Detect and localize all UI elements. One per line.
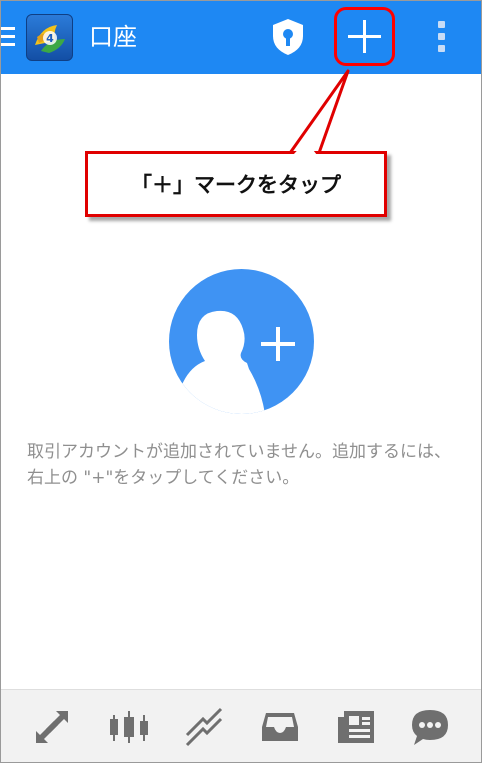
instruction-callout: 「＋」マークをタップ (85, 151, 387, 217)
inbox-icon[interactable] (258, 705, 302, 749)
history-icon[interactable] (183, 705, 227, 749)
add-icon (348, 20, 381, 53)
add-account-button[interactable] (334, 7, 395, 66)
chat-icon[interactable] (408, 705, 452, 749)
add-person-icon (169, 269, 314, 414)
app-bar: 4 口座 (1, 1, 481, 74)
shield-lock-icon[interactable] (269, 17, 307, 57)
chart-icon[interactable] (107, 705, 151, 749)
metatrader-logo: 4 (26, 14, 73, 61)
app-screen: 4 口座 「＋」マークをタップ 取引アカウントが追加されていません。追加するには… (0, 0, 482, 763)
bottom-navigation (1, 689, 481, 762)
menu-icon[interactable] (1, 27, 15, 47)
news-icon[interactable] (334, 705, 378, 749)
more-vert-icon[interactable] (431, 21, 453, 55)
trade-icon[interactable] (30, 705, 74, 749)
empty-state-message: 取引アカウントが追加されていません。追加するには、右上の "+"をタップしてくだ… (27, 442, 451, 488)
callout-text: 「＋」マークをタップ (131, 173, 341, 197)
page-title: 口座 (89, 23, 137, 51)
svg-text:4: 4 (46, 32, 54, 45)
